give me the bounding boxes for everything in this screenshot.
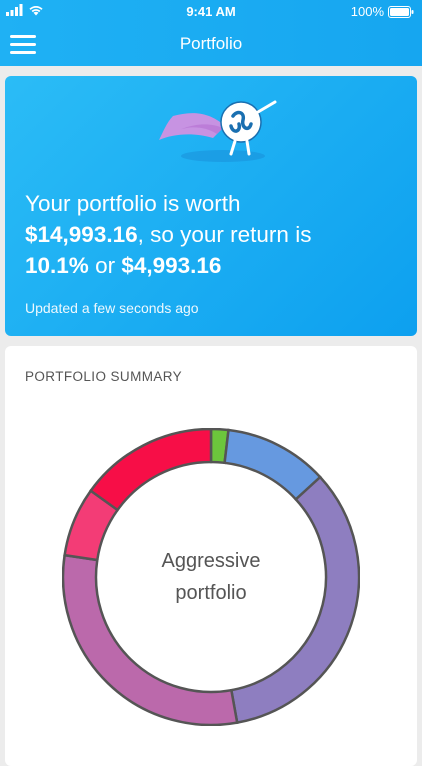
battery-icon [388, 5, 414, 18]
nav-bar: Portfolio [0, 22, 422, 66]
portfolio-value-card: Your portfolio is worth $14,993.16, so y… [5, 76, 417, 336]
superhero-mascot-illustration [159, 100, 277, 162]
worth-label: Your portfolio is worth [25, 191, 241, 216]
portfolio-type-line2: portfolio [175, 582, 247, 604]
status-right: 100% [351, 4, 414, 19]
page-title: Portfolio [179, 34, 243, 53]
top-bar: 9:41 AM 100% Portfolio [0, 0, 422, 66]
donut-center-label: Aggressive portfolio [62, 428, 360, 726]
battery-percent: 100% [350, 4, 384, 19]
section-title: PORTFOLIO SUMMARY [25, 369, 183, 384]
or-label: or [88, 253, 122, 278]
portfolio-summary-text: Your portfolio is worth $14,993.16, so y… [25, 188, 405, 281]
return-amount: $4,993.16 [121, 253, 222, 278]
return-percent: 10.1% [25, 253, 89, 278]
portfolio-type-line1: Aggressive [161, 550, 261, 572]
status-bar: 9:41 AM 100% [0, 0, 422, 22]
portfolio-summary-card: PORTFOLIO SUMMARY Aggressive portfolio [5, 346, 417, 766]
updated-timestamp: Updated a few seconds ago [25, 300, 199, 316]
portfolio-value: $14,993.16 [25, 222, 138, 247]
return-label: , so your return is [137, 222, 312, 247]
